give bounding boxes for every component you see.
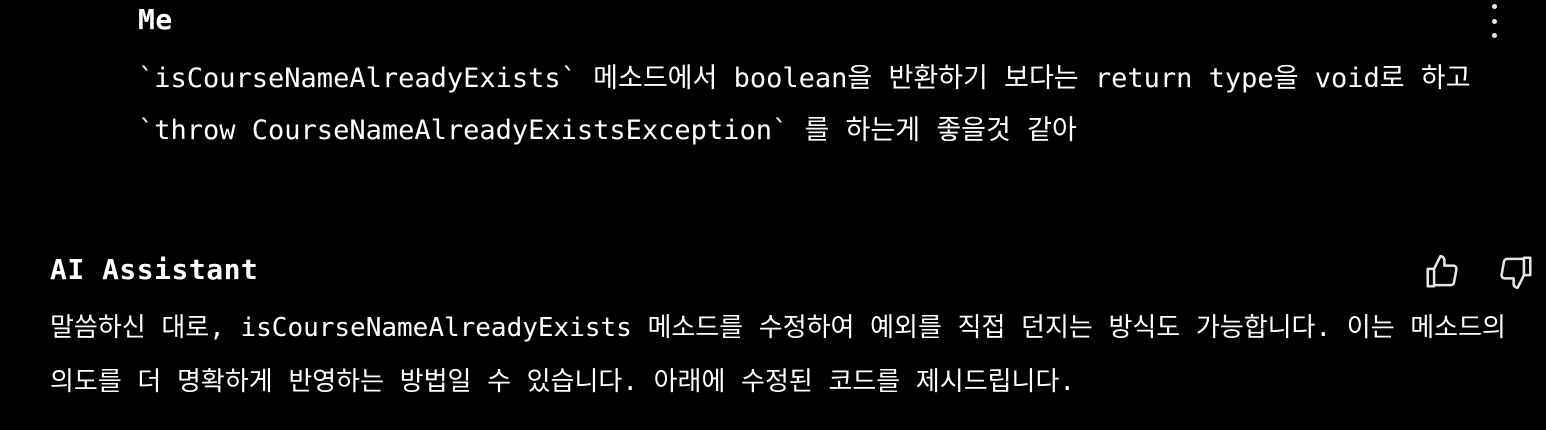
thumbs-up-icon — [1426, 254, 1458, 288]
more-vertical-icon-dot — [1491, 18, 1497, 24]
user-author-name: Me — [138, 3, 173, 36]
assistant-author-name: AI Assistant — [50, 253, 259, 286]
feedback-controls — [1422, 252, 1536, 292]
user-message-text: `isCourseNameAlreadyExists` 메소드에서 boolea… — [138, 63, 1471, 146]
more-vertical-icon — [1491, 4, 1497, 9]
assistant-message-text: 말씀하신 대로, isCourseNameAlreadyExists 메소드를 … — [50, 313, 1506, 397]
thumbs-down-icon — [1500, 256, 1532, 290]
more-vertical-icon-dot — [1491, 33, 1497, 38]
like-button[interactable] — [1422, 252, 1462, 292]
user-message: Me `isCourseNameAlreadyExists` 메소드에서 boo… — [138, 0, 1518, 157]
more-options-button[interactable] — [1482, 4, 1506, 38]
assistant-message: AI Assistant 말씀하신 대로, isCourseNameAlread… — [50, 250, 1540, 409]
dislike-button[interactable] — [1496, 252, 1536, 292]
